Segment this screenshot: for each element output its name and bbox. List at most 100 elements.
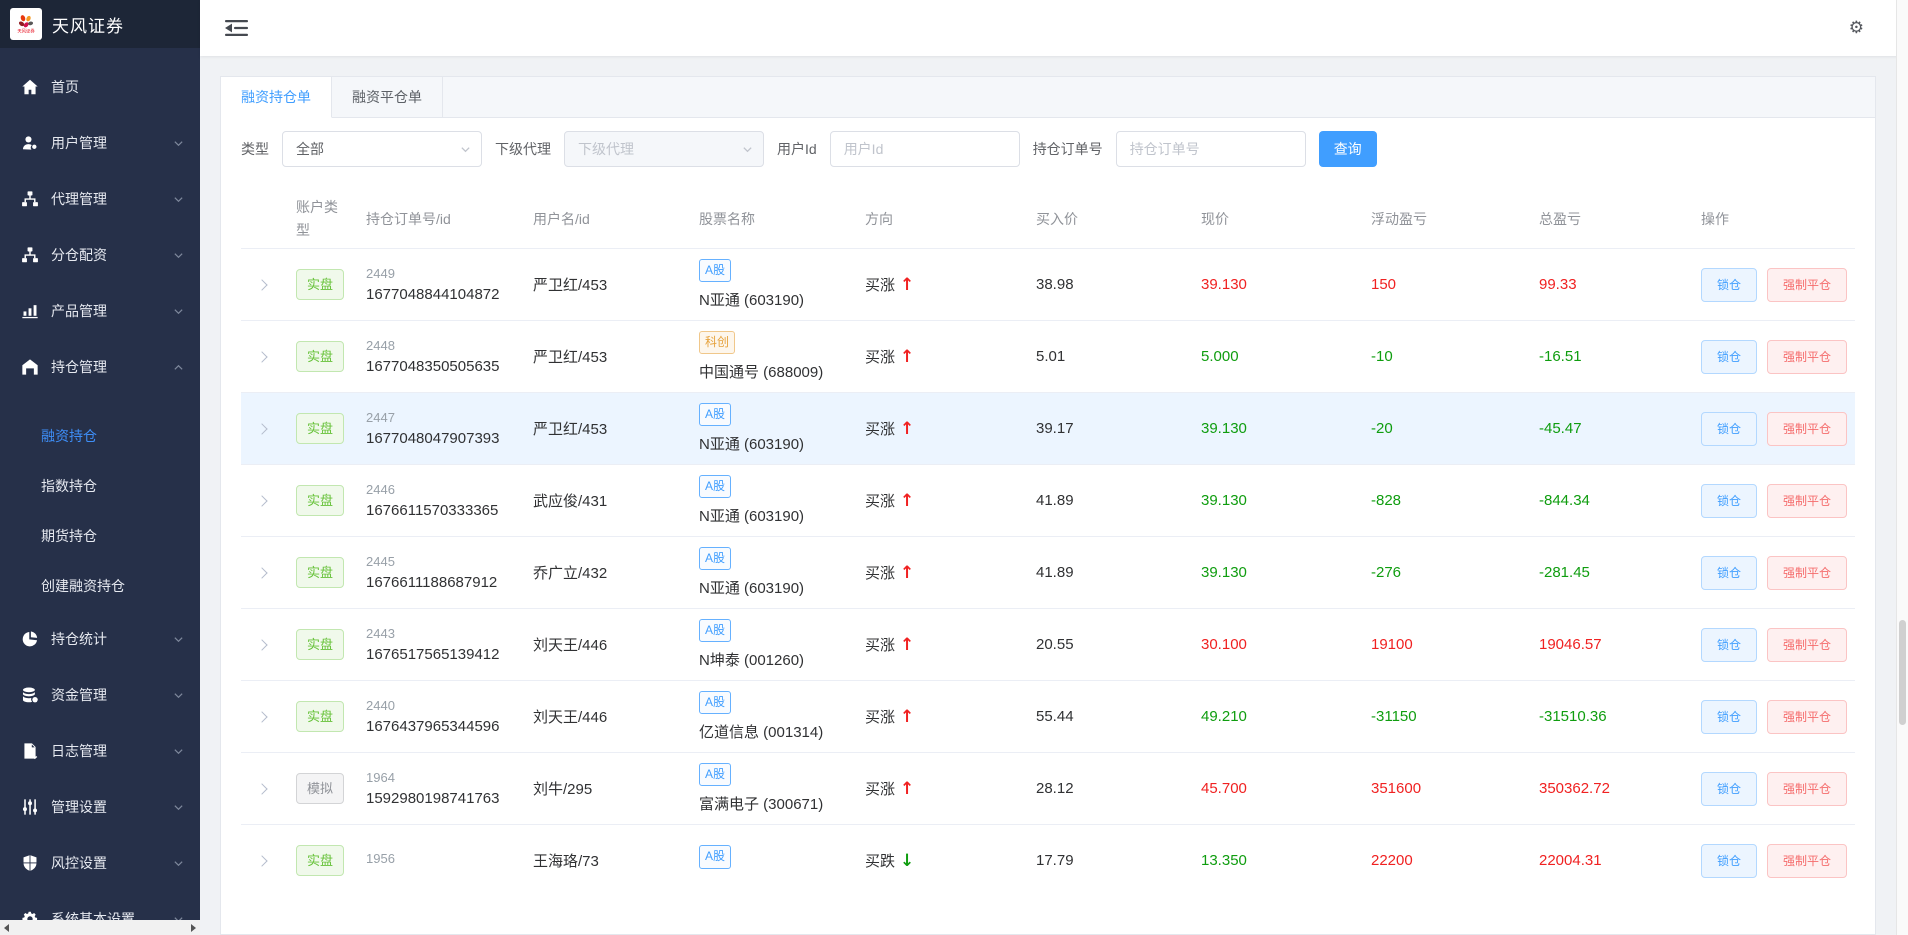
sidebar-item-create-financing-position[interactable]: 创建融资持仓 <box>0 561 200 611</box>
sidebar-item-label: 产品管理 <box>51 301 173 321</box>
row-expand-arrow[interactable] <box>241 276 296 293</box>
table-header-row: 账户类型持仓订单号/id用户名/id股票名称方向买入价现价浮动盈亏总盈亏操作 <box>241 189 1855 249</box>
sidebar-item-agent-mgmt[interactable]: 代理管理 <box>0 171 200 227</box>
sidebar-horizontal-scrollbar[interactable] <box>0 920 200 935</box>
total-pnl-cell: -16.51 <box>1539 348 1701 365</box>
row-expand-arrow[interactable] <box>241 636 296 653</box>
order-no-input[interactable] <box>1116 131 1306 167</box>
current-price-cell: 39.130 <box>1201 420 1371 437</box>
lock-position-button[interactable]: 锁仓 <box>1701 412 1757 446</box>
chevron-right-icon <box>256 639 267 650</box>
user-cell: 严卫红/453 <box>533 418 699 439</box>
scroll-right-icon[interactable] <box>191 924 196 932</box>
force-close-button[interactable]: 强制平仓 <box>1767 268 1847 302</box>
lock-position-button[interactable]: 锁仓 <box>1701 556 1757 590</box>
tab-financing-positions[interactable]: 融资持仓单 <box>221 77 332 118</box>
force-close-button[interactable]: 强制平仓 <box>1767 628 1847 662</box>
lock-position-button[interactable]: 锁仓 <box>1701 772 1757 806</box>
sidebar-item-label: 持仓管理 <box>51 357 173 377</box>
submenu-position-mgmt: 融资持仓指数持仓期货持仓创建融资持仓 <box>0 395 200 611</box>
force-close-button[interactable]: 强制平仓 <box>1767 340 1847 374</box>
sidebar-item-funds-mgmt[interactable]: 资金管理 <box>0 667 200 723</box>
tab-financing-closed[interactable]: 融资平仓单 <box>332 77 443 118</box>
row-expand-arrow[interactable] <box>241 564 296 581</box>
force-close-button[interactable]: 强制平仓 <box>1767 484 1847 518</box>
sidebar-item-position-stats[interactable]: 持仓统计 <box>0 611 200 667</box>
sidebar-item-warehouse-alloc[interactable]: 分仓配资 <box>0 227 200 283</box>
buy-price-cell: 20.55 <box>1036 636 1201 653</box>
sidebar-item-financing-position[interactable]: 融资持仓 <box>0 411 200 461</box>
chevron-right-icon <box>256 783 267 794</box>
scroll-left-icon[interactable] <box>4 924 9 932</box>
sidebar-item-position-mgmt[interactable]: 持仓管理 <box>0 339 200 395</box>
user-cell: 武应俊/431 <box>533 490 699 511</box>
agent-select[interactable]: 下级代理 <box>564 131 764 167</box>
sidebar-item-admin-settings[interactable]: 管理设置 <box>0 779 200 835</box>
type-select[interactable]: 全部 <box>282 131 482 167</box>
lock-position-button[interactable]: 锁仓 <box>1701 700 1757 734</box>
row-expand-arrow[interactable] <box>241 708 296 725</box>
logo-caption: 天风证券 <box>17 29 34 33</box>
sidebar-item-user-mgmt[interactable]: 用户管理 <box>0 115 200 171</box>
force-close-button[interactable]: 强制平仓 <box>1767 844 1847 878</box>
row-expand-arrow[interactable] <box>241 348 296 365</box>
sidebar-item-home[interactable]: 首页 <box>0 59 200 115</box>
order-id: 1677048047907393 <box>366 430 533 447</box>
row-expand-arrow[interactable] <box>241 780 296 797</box>
chevron-down-icon <box>460 144 471 155</box>
order-cell: 24431676517565139412 <box>366 626 533 663</box>
row-expand-arrow[interactable] <box>241 492 296 509</box>
force-close-button[interactable]: 强制平仓 <box>1767 700 1847 734</box>
direction-label: 买跌 <box>865 853 895 870</box>
sidebar-item-futures-position[interactable]: 期货持仓 <box>0 511 200 561</box>
account-type-badge: 实盘 <box>296 701 344 732</box>
force-close-button[interactable]: 强制平仓 <box>1767 412 1847 446</box>
lock-position-button[interactable]: 锁仓 <box>1701 628 1757 662</box>
force-close-button[interactable]: 强制平仓 <box>1767 772 1847 806</box>
sidebar-item-index-position[interactable]: 指数持仓 <box>0 461 200 511</box>
current-price-cell: 45.700 <box>1201 780 1371 797</box>
stock-name: N亚通 (603190) <box>699 289 865 310</box>
market-tag: A股 <box>699 403 731 427</box>
user-id-input[interactable] <box>830 131 1020 167</box>
chevron-right-icon <box>256 711 267 722</box>
chevron-right-icon <box>256 495 267 506</box>
row-expand-arrow[interactable] <box>241 852 296 869</box>
stock-cell: A股N亚通 (603190) <box>699 259 865 311</box>
company-logo: 天风证券 <box>10 8 42 40</box>
lock-position-button[interactable]: 锁仓 <box>1701 844 1757 878</box>
sidebar-item-product-mgmt[interactable]: 产品管理 <box>0 283 200 339</box>
stock-name: N亚通 (603190) <box>699 577 865 598</box>
account-type-cell: 实盘 <box>296 269 366 300</box>
order-no: 2440 <box>366 698 533 713</box>
chevron-right-icon <box>256 351 267 362</box>
content: 融资持仓单融资平仓单 类型 全部 下级代理 下级代理 用户Id <box>200 56 1908 935</box>
lock-position-button[interactable]: 锁仓 <box>1701 340 1757 374</box>
order-id: 1677048350505635 <box>366 358 533 375</box>
vertical-scrollbar-thumb[interactable] <box>1899 620 1906 725</box>
lock-position-button[interactable]: 锁仓 <box>1701 268 1757 302</box>
collapse-sidebar-icon[interactable] <box>225 19 248 37</box>
row-expand-arrow[interactable] <box>241 420 296 437</box>
settings-gear-icon[interactable]: ⚙ <box>1849 18 1864 38</box>
order-no: 2447 <box>366 410 533 425</box>
force-close-button[interactable]: 强制平仓 <box>1767 556 1847 590</box>
chevron-down-icon <box>173 138 184 149</box>
direction-cell: 买涨↑ <box>865 706 1036 727</box>
stock-tag-line: A股 <box>699 845 865 876</box>
sidebar-item-label: 风控设置 <box>51 853 173 873</box>
agent-filter-label: 下级代理 <box>495 139 551 159</box>
chevron-right-icon <box>256 423 267 434</box>
sidebar-item-log-mgmt[interactable]: 日志管理 <box>0 723 200 779</box>
vertical-scrollbar[interactable] <box>1896 0 1908 935</box>
chevron-right-icon <box>256 567 267 578</box>
chevron-down-icon <box>173 690 184 701</box>
order-cell: 24491677048844104872 <box>366 266 533 303</box>
sidebar-item-risk-settings[interactable]: 风控设置 <box>0 835 200 891</box>
account-type-cell: 实盘 <box>296 701 366 732</box>
search-button[interactable]: 查询 <box>1319 131 1377 167</box>
lock-position-button[interactable]: 锁仓 <box>1701 484 1757 518</box>
order-no: 1956 <box>366 851 533 866</box>
stock-cell: A股亿道信息 (001314) <box>699 691 865 743</box>
table-column-header: 总盈亏 <box>1539 209 1701 229</box>
